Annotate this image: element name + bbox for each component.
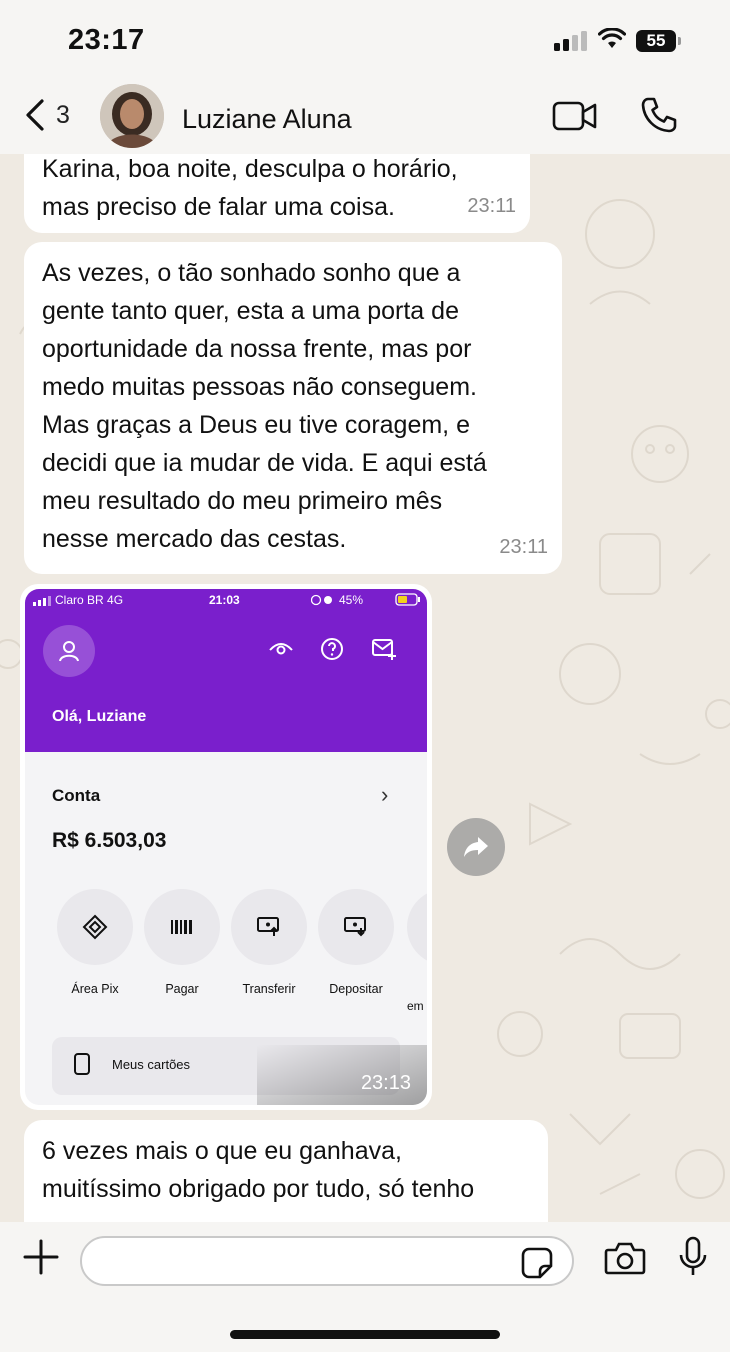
bank-carrier: Claro BR 4G [55,593,124,607]
message-text: mas preciso de falar uma coisa. [42,193,395,221]
bank-clock: 21:03 [209,593,240,607]
pix-icon [82,914,108,940]
composer [0,1222,730,1352]
deposit-icon [344,917,366,937]
message-text: muitíssimo obrigado por tudo, só tenho [42,1175,475,1203]
home-indicator [230,1330,500,1339]
action-label-partial: em [407,999,424,1013]
plus-icon[interactable] [22,1238,60,1276]
message-text: gente tanto quer, esta a uma porta de [42,297,459,325]
action-label: Transferir [242,982,296,996]
bank-app-screenshot: Claro BR 4G 21:03 45% Olá, Luziane Conta… [25,589,427,1105]
battery-icon: 55 [636,30,681,52]
eye-icon [269,643,293,655]
bank-status-bar: Claro BR 4G 21:03 45% [25,589,427,611]
message-text: meu resultado do meu primeiro mês [42,487,443,515]
action-deposit: Depositar [316,889,396,996]
action-pix: Área Pix [55,889,135,996]
account-balance: R$ 6.503,03 [52,829,167,852]
forward-button[interactable] [447,818,505,876]
signal-icon [554,31,590,51]
message-time: 23:11 [467,195,516,217]
signal-icon [33,596,51,606]
message-bubble[interactable]: Karina, boa noite, desculpa o horário, m… [24,154,530,233]
help-icon [321,638,343,660]
message-input[interactable] [80,1236,574,1286]
forward-icon [464,837,488,857]
avatar[interactable] [100,84,164,148]
back-button[interactable]: 3 [24,98,70,132]
chat-area[interactable]: Karina, boa noite, desculpa o horário, m… [0,154,730,1222]
chevron-right-icon: › [381,782,389,807]
message-text: medo muitas pessoas não conseguem. [42,373,477,401]
barcode-icon [171,920,192,934]
video-call-icon[interactable] [552,100,598,132]
my-cards-label: Meus cartões [112,1057,191,1072]
bank-battery: 45% [339,593,364,607]
message-text: Karina, boa noite, desculpa o horário, [42,155,458,183]
chat-header: 3 Luziane Aluna [0,84,730,154]
alarm-icon [311,594,332,606]
action-partial [407,889,427,965]
bank-greeting: Olá, Luziane [52,708,147,725]
message-bubble[interactable]: As vezes, o tão sonhado sonho que a gent… [24,242,562,574]
contact-name[interactable]: Luziane Aluna [182,104,352,135]
message-text: 6 vezes mais o que eu ganhava, [42,1137,402,1165]
action-label: Pagar [165,982,199,996]
message-text: As vezes, o tão sonhado sonho que a [42,259,461,287]
message-bubble[interactable]: 6 vezes mais o que eu ganhava, muitíssim… [24,1120,548,1222]
status-bar: 23:17 55 [0,0,730,84]
card-icon [74,1053,90,1075]
phone-call-icon[interactable] [640,96,678,134]
message-time: 23:11 [499,536,548,558]
action-pay: Pagar [142,889,222,996]
message-time: 23:13 [360,1072,411,1094]
bank-header: Claro BR 4G 21:03 45% Olá, Luziane [25,589,427,752]
message-text: Mas graças a Deus eu tive coragem, e [42,411,470,439]
battery-icon [395,593,420,606]
message-text: oportunidade da nossa frente, mas por [42,335,472,363]
mail-icon [372,639,396,660]
status-time: 23:17 [68,24,145,56]
transfer-icon [257,917,279,936]
sticker-icon[interactable] [520,1246,554,1280]
image-message[interactable]: Claro BR 4G 21:03 45% Olá, Luziane Conta… [20,584,432,1110]
wifi-icon [598,28,626,48]
message-text: decidi que ia mudar de vida. E aqui está [42,449,487,477]
action-transfer: Transferir [229,889,309,996]
back-chevron-icon [26,99,44,131]
profile-icon [43,625,95,677]
microphone-icon[interactable] [678,1236,708,1278]
message-text: nesse mercado das cestas. [42,525,347,553]
account-label: Conta [52,786,101,805]
unread-count: 3 [56,100,70,129]
camera-icon[interactable] [604,1240,646,1276]
action-label: Depositar [329,982,383,996]
action-label: Área Pix [71,982,119,996]
